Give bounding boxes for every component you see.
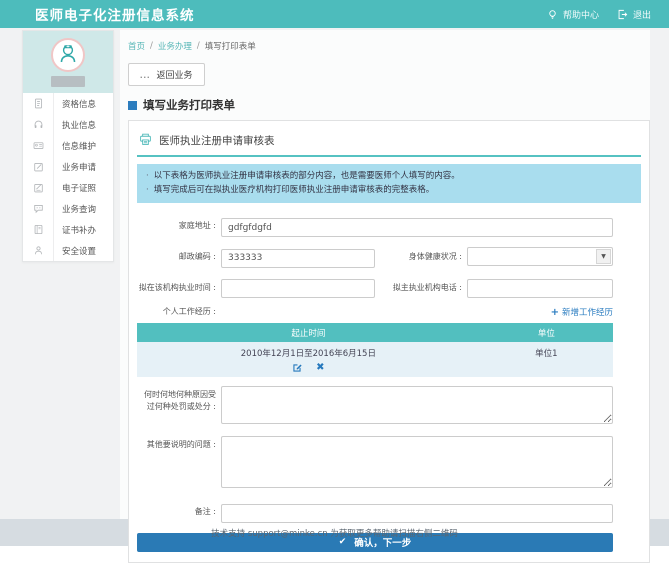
sidebar-item-label: 信息维护 — [53, 135, 113, 156]
sidebar-item-info-maintenance[interactable]: 信息维护 — [23, 135, 113, 156]
sidebar-item-label: 安全设置 — [53, 240, 113, 261]
breadcrumb-current: 填写打印表单 — [205, 40, 256, 52]
notice-text: 以下表格为医师执业注册申请审核表的部分内容，也是需要医师个人填写的内容。 — [154, 169, 460, 183]
health-status-label: 身体健康状况 : — [375, 251, 467, 262]
id-card-icon — [23, 135, 53, 156]
sidebar-item-qualification-info[interactable]: 资格信息 — [23, 93, 113, 114]
logout-label: 退出 — [633, 8, 651, 21]
practice-time-label: 拟在该机构执业时间 : — [137, 282, 221, 293]
lightbulb-icon — [547, 9, 558, 20]
printer-icon — [139, 131, 152, 150]
headset-icon — [23, 114, 53, 135]
notice-box: · 以下表格为医师执业注册申请审核表的部分内容，也是需要医师个人填写的内容。 ·… — [137, 164, 641, 203]
content-area: 资格信息 执业信息 信息维护 业务申请 电子证照 业务查询 证书补办 安全设置 — [0, 28, 669, 519]
breadcrumb: 首页 / 业务办理 / 填写打印表单 — [128, 40, 650, 52]
sidebar-item-label: 业务查询 — [53, 198, 113, 219]
notice-line: · 以下表格为医师执业注册申请审核表的部分内容，也是需要医师个人填写的内容。 — [146, 169, 632, 183]
sidebar-item-electronic-certificate[interactable]: 电子证照 — [23, 177, 113, 198]
experience-unit: 单位1 — [480, 342, 613, 377]
user-name-redacted — [51, 76, 85, 87]
application-form: 家庭地址 : 邮政编码 : 身体健康状况 : ▼ — [137, 215, 641, 552]
punishment-textarea[interactable] — [221, 386, 613, 424]
sidebar-item-business-application[interactable]: 业务申请 — [23, 156, 113, 177]
form-panel: 医师执业注册申请审核表 · 以下表格为医师执业注册申请审核表的部分内容，也是需要… — [128, 120, 650, 563]
blue-square-icon — [128, 101, 137, 110]
document-icon — [23, 93, 53, 114]
user-icon — [23, 240, 53, 261]
plus-icon: + — [551, 307, 559, 318]
check-icon: ✔ — [339, 537, 347, 547]
practice-time-input[interactable] — [221, 279, 375, 298]
home-address-input[interactable] — [221, 218, 613, 237]
ellipsis-icon: ... — [140, 73, 151, 77]
health-status-select[interactable]: ▼ — [467, 247, 613, 266]
bullet-icon: · — [146, 169, 149, 183]
panel-header: 医师执业注册申请审核表 — [137, 129, 641, 157]
edit-icon[interactable] — [292, 362, 303, 373]
delete-icon[interactable]: ✖ — [316, 363, 324, 373]
sidebar-item-practice-info[interactable]: 执业信息 — [23, 114, 113, 135]
sidebar-item-certificate-reissue[interactable]: 证书补办 — [23, 219, 113, 240]
doctor-icon — [56, 41, 80, 69]
postal-code-label: 邮政编码 : — [137, 251, 221, 262]
notice-text: 填写完成后可在拟执业医疗机构打印医师执业注册申请审核表的完整表格。 — [154, 183, 435, 197]
notice-line: · 填写完成后可在拟执业医疗机构打印医师执业注册申请审核表的完整表格。 — [146, 183, 632, 197]
back-button-label: 返回业务 — [157, 68, 193, 81]
breadcrumb-home[interactable]: 首页 — [128, 40, 145, 52]
postal-code-input[interactable] — [221, 249, 375, 268]
dropdown-arrow-icon[interactable]: ▼ — [596, 249, 611, 264]
back-to-business-button[interactable]: ... 返回业务 — [128, 63, 205, 86]
top-header-bar: 医师电子化注册信息系统 帮助中心 退出 — [0, 0, 669, 28]
other-issues-label: 其他要说明的问题 : — [137, 436, 221, 451]
punishment-label: 何时何地何种原因受过何种处罚或处分 : — [137, 386, 221, 413]
section-title-text: 填写业务打印表单 — [143, 97, 235, 113]
logout-link[interactable]: 退出 — [617, 8, 651, 21]
sidebar-item-label: 电子证照 — [53, 177, 113, 198]
help-center-link[interactable]: 帮助中心 — [547, 8, 599, 21]
column-header-unit: 单位 — [480, 323, 613, 342]
main-content: 首页 / 业务办理 / 填写打印表单 ... 返回业务 填写业务打印表单 医师执… — [120, 30, 650, 519]
app-title: 医师电子化注册信息系统 — [35, 4, 195, 24]
table-row: 2010年12月1日至2016年6月15日 ✖ 单位1 — [137, 342, 613, 377]
breadcrumb-separator: / — [150, 41, 153, 51]
sidebar-item-label: 资格信息 — [53, 93, 113, 114]
sidebar-item-label: 证书补办 — [53, 219, 113, 240]
sidebar-item-label: 执业信息 — [53, 114, 113, 135]
book-icon — [23, 219, 53, 240]
org-phone-label: 拟主执业机构电话 : — [375, 282, 467, 293]
sidebar: 资格信息 执业信息 信息维护 业务申请 电子证照 业务查询 证书补办 安全设置 — [22, 30, 114, 262]
experience-period: 2010年12月1日至2016年6月15日 — [137, 347, 480, 359]
chat-search-icon — [23, 198, 53, 219]
work-experience-table: 起止时间 单位 2010年12月1日至2016年6月15日 — [137, 323, 613, 377]
org-phone-input[interactable] — [467, 279, 613, 298]
column-header-period: 起止时间 — [137, 323, 480, 342]
footer-text: 技术支持 support@minke.cn 为获取更多帮助请扫描右侧二维码 — [211, 527, 458, 539]
sidebar-item-label: 业务申请 — [53, 156, 113, 177]
user-profile-box — [23, 31, 113, 93]
remarks-input[interactable] — [221, 504, 613, 523]
work-experience-label: 个人工作经历 : — [137, 306, 221, 318]
panel-title: 医师执业注册申请审核表 — [159, 133, 275, 148]
home-address-label: 家庭地址 : — [137, 220, 221, 232]
add-work-experience-label: 新增工作经历 — [562, 306, 613, 318]
avatar — [51, 38, 85, 72]
edit-square-icon — [23, 156, 53, 177]
breadcrumb-separator: / — [197, 41, 200, 51]
breadcrumb-business[interactable]: 业务办理 — [158, 40, 192, 52]
certificate-icon — [23, 177, 53, 198]
logout-icon — [617, 9, 628, 20]
remarks-label: 备注 : — [137, 506, 221, 518]
add-work-experience-link[interactable]: + 新增工作经历 — [551, 306, 613, 318]
sidebar-item-security-settings[interactable]: 安全设置 — [23, 240, 113, 261]
other-issues-textarea[interactable] — [221, 436, 613, 488]
sidebar-item-business-query[interactable]: 业务查询 — [23, 198, 113, 219]
help-center-label: 帮助中心 — [563, 8, 599, 21]
page-section-title: 填写业务打印表单 — [128, 97, 650, 113]
bullet-icon: · — [146, 183, 149, 197]
